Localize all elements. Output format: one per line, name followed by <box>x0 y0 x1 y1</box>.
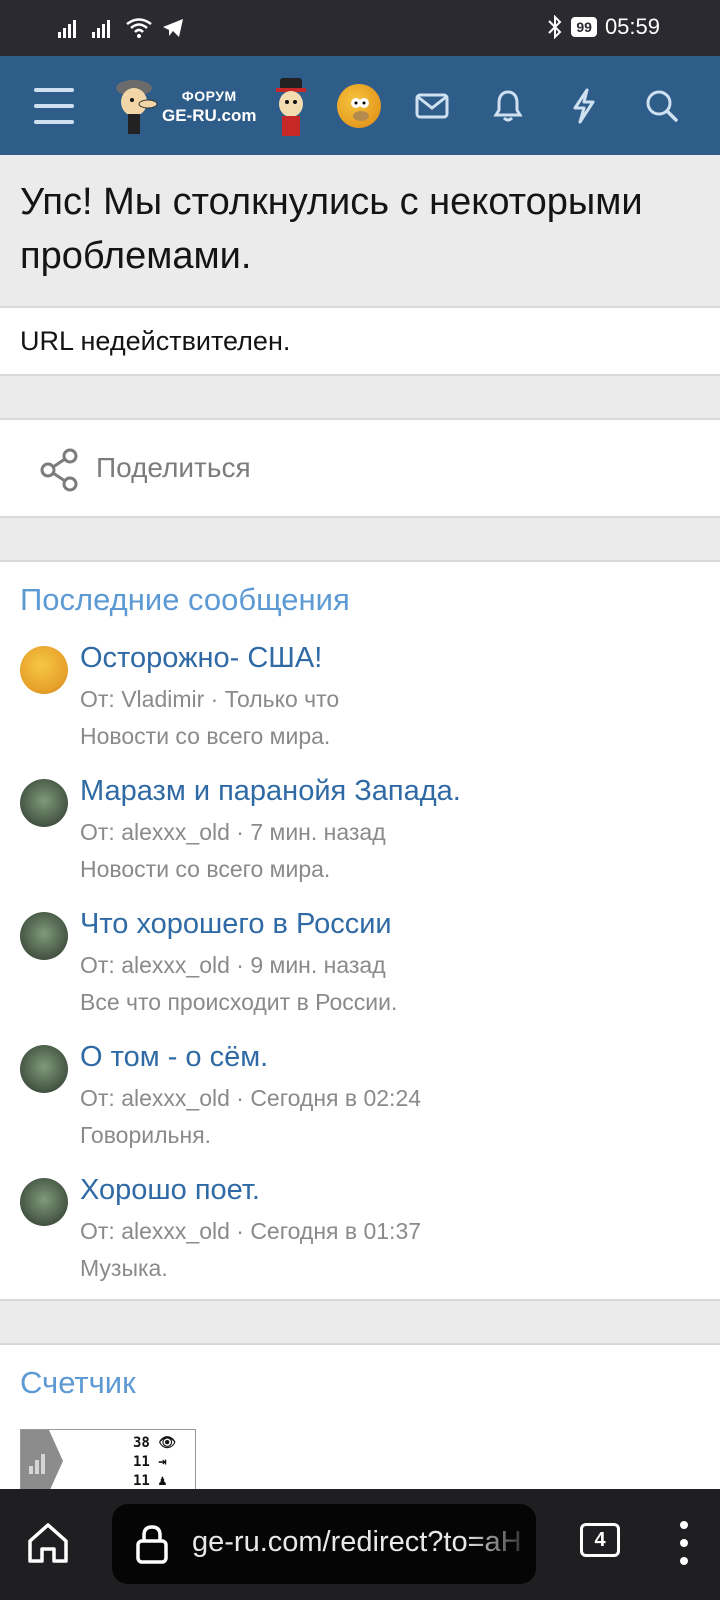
counter-views: 38 <box>133 1435 150 1451</box>
search-button[interactable] <box>636 80 688 132</box>
list-item: О том - о сём. От: alexxx_old · Сегодня … <box>0 1041 720 1167</box>
stats-bars-icon <box>21 1430 63 1492</box>
lightning-icon <box>573 88 595 124</box>
post-title-link[interactable]: Хорошо поет. <box>80 1174 260 1207</box>
post-forum-link[interactable]: Новости со всего мира. <box>80 723 330 750</box>
clock: 05:59 <box>604 14 660 39</box>
homer-avatar-icon <box>351 98 369 121</box>
share-icon[interactable] <box>40 448 80 492</box>
home-icon[interactable] <box>24 1519 72 1567</box>
inbox-button[interactable] <box>406 80 458 132</box>
whats-new-button[interactable] <box>558 80 610 132</box>
signal-icon-2 <box>92 20 110 38</box>
counter-values: 38 👁 11 ⇥ 11 ♟ <box>133 1434 176 1491</box>
post-meta: От: alexxx_old · Сегодня в 01:37 <box>80 1218 422 1244</box>
mascot-left-icon <box>116 80 158 134</box>
list-item: Хорошо поет. От: alexxx_old · Сегодня в … <box>0 1174 720 1300</box>
logo-text: ФОРУМ GE-RU.com <box>162 86 256 126</box>
post-meta: От: alexxx_old · 7 мин. назад <box>80 819 386 845</box>
eye-icon: 👁 <box>158 1435 177 1451</box>
post-meta: От: Vladimir · Только что <box>80 686 340 712</box>
more-menu-icon[interactable] <box>672 1517 696 1569</box>
menu-icon[interactable] <box>30 84 78 128</box>
logo-line2: GE-RU.com <box>162 106 257 125</box>
post-avatar[interactable] <box>20 1045 68 1093</box>
list-item: Маразм и паранойя Запада. От: alexxx_old… <box>0 775 720 901</box>
liveinternet-counter[interactable]: 38 👁 11 ⇥ 11 ♟ <box>20 1429 196 1492</box>
post-forum-link[interactable]: Говорильня. <box>80 1122 211 1149</box>
post-meta: От: alexxx_old · Сегодня в 02:24 <box>80 1085 422 1111</box>
address-bar[interactable]: ge-ru.com/redirect?to=aH <box>112 1504 536 1584</box>
mail-icon <box>415 93 449 119</box>
post-avatar[interactable] <box>20 646 68 694</box>
alerts-button[interactable] <box>482 80 534 132</box>
page-title: Упс! Мы столкнулись с некоторыми проблем… <box>20 181 643 277</box>
tab-switcher-button[interactable]: 4 <box>580 1523 620 1557</box>
login-icon: ⇥ <box>158 1454 167 1470</box>
share-button[interactable]: Поделиться <box>96 452 251 484</box>
url-fade <box>466 1504 536 1584</box>
post-avatar[interactable] <box>20 912 68 960</box>
list-item: Что хорошего в России От: alexxx_old · 9… <box>0 908 720 1034</box>
user-avatar[interactable] <box>337 84 381 128</box>
forum-logo[interactable]: ФОРУМ GE-RU.com <box>112 76 312 138</box>
error-body: URL недействителен. <box>0 308 720 376</box>
share-bar: Поделиться <box>0 418 720 518</box>
bell-icon <box>493 90 523 122</box>
search-icon <box>646 90 678 122</box>
mascot-right-icon <box>276 78 306 136</box>
post-title-link[interactable]: Осторожно- США! <box>80 642 322 675</box>
counter-visitors: 11 <box>133 1473 150 1489</box>
person-icon: ♟ <box>158 1473 167 1489</box>
status-bar: 99 05:59 <box>0 0 720 56</box>
lock-icon[interactable] <box>134 1524 170 1564</box>
status-right: 99 05:59 <box>547 14 660 40</box>
error-message: URL недействителен. <box>20 326 291 356</box>
post-title-link[interactable]: Что хорошего в России <box>80 908 392 941</box>
counter-widget-block: Счетчик 38 👁 11 ⇥ 11 ♟ <box>0 1343 720 1492</box>
list-item: Осторожно- США! От: Vladimir · Только чт… <box>0 642 720 768</box>
bluetooth-icon <box>548 15 562 39</box>
counter-visits: 11 <box>133 1454 150 1470</box>
error-header: Упс! Мы столкнулись с некоторыми проблем… <box>0 155 720 308</box>
post-forum-link[interactable]: Новости со всего мира. <box>80 856 330 883</box>
battery-indicator: 99 <box>571 17 597 37</box>
logo-line1: ФОРУМ <box>181 88 237 104</box>
signal-icon <box>58 20 76 38</box>
post-meta: От: alexxx_old · 9 мин. назад <box>80 952 386 978</box>
latest-posts-widget: Последние сообщения Осторожно- США! От: … <box>0 560 720 1301</box>
post-avatar[interactable] <box>20 1178 68 1226</box>
post-title-link[interactable]: О том - о сём. <box>80 1041 268 1074</box>
latest-posts-title[interactable]: Последние сообщения <box>20 582 350 618</box>
status-left <box>58 18 184 38</box>
post-forum-link[interactable]: Все что происходит в России. <box>80 989 397 1016</box>
forum-header: ФОРУМ GE-RU.com <box>0 56 720 155</box>
post-title-link[interactable]: Маразм и паранойя Запада. <box>80 775 461 808</box>
browser-toolbar: ge-ru.com/redirect?to=aH 4 <box>0 1489 720 1600</box>
counter-title: Счетчик <box>20 1365 136 1400</box>
telegram-icon <box>163 19 183 37</box>
wifi-icon <box>126 18 152 38</box>
post-forum-link[interactable]: Музыка. <box>80 1255 168 1282</box>
post-avatar[interactable] <box>20 779 68 827</box>
